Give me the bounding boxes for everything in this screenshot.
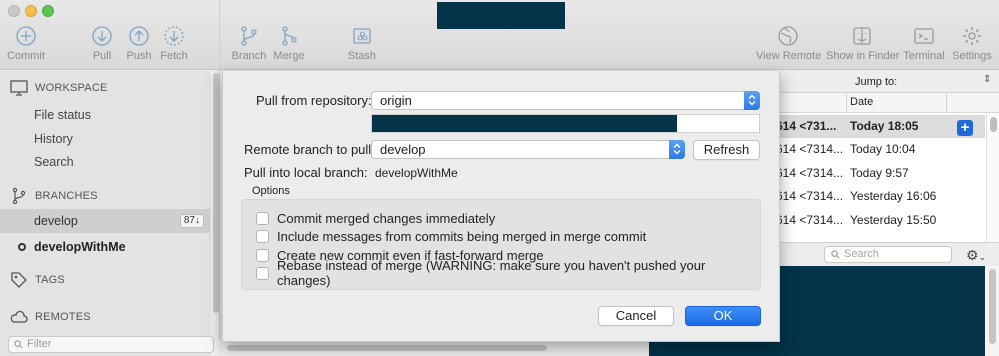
globe-icon	[776, 24, 800, 48]
commit-button[interactable]: Commit	[6, 24, 46, 68]
window-zoom-button[interactable]	[42, 5, 54, 17]
redacted-url	[372, 115, 677, 132]
add-icon[interactable]: +	[957, 120, 973, 136]
updown-chevron-icon: ⇕	[983, 74, 992, 85]
jump-to-bar[interactable]: Jump to: ⇕	[760, 71, 999, 93]
terminal-button[interactable]: Terminal	[903, 24, 945, 68]
pull-button[interactable]: Pull	[88, 24, 116, 68]
monitor-icon	[10, 80, 28, 96]
local-branch-label: Pull into local branch:	[244, 165, 368, 180]
pull-from-repository-select[interactable]: origin	[371, 91, 760, 110]
diff-scrollbar[interactable]	[986, 266, 999, 356]
sidebar-filter-input[interactable]: Filter	[8, 336, 214, 353]
refresh-button[interactable]: Refresh	[693, 140, 760, 160]
sidebar-item-search[interactable]: Search	[34, 155, 74, 169]
tags-header: TAGS	[10, 270, 65, 290]
horizontal-scrollbar[interactable]	[221, 340, 760, 356]
settings-button[interactable]: Settings	[951, 24, 993, 68]
terminal-icon	[912, 24, 936, 48]
window-close-button[interactable]	[8, 5, 20, 17]
fetch-button[interactable]: Fetch	[158, 24, 190, 68]
sidebar-item-history[interactable]: History	[34, 132, 73, 146]
ok-button[interactable]: OK	[685, 306, 761, 326]
updown-chevron-icon	[669, 140, 685, 159]
cloud-icon	[10, 310, 28, 323]
stash-button[interactable]: Stash	[344, 24, 380, 68]
pull-from-label: Pull from repository:	[256, 93, 372, 108]
commit-list-scrollbar[interactable]	[986, 113, 999, 243]
diff-area-redacted	[760, 266, 985, 356]
commit-list-panel: Jump to: ⇕ Date 614 <731... Today 18:05 …	[760, 71, 999, 356]
file-search-bar: Search ⚙⌄	[760, 242, 999, 266]
commit-row[interactable]: 614 <731... Today 18:05	[760, 115, 985, 138]
view-remote-button[interactable]: View Remote	[756, 24, 821, 68]
redacted-block	[649, 340, 760, 356]
commit-list-header: Date	[760, 93, 999, 113]
commit-row[interactable]: 614 <7314... Today 9:57	[760, 162, 985, 185]
scrollbar-thumb[interactable]	[227, 345, 547, 351]
remotes-header: REMOTES	[10, 307, 91, 327]
updown-chevron-icon	[744, 91, 760, 110]
options-group: Commit merged changes immediately Includ…	[241, 199, 761, 290]
checkbox[interactable]	[256, 229, 269, 243]
merge-button[interactable]: Merge	[271, 24, 307, 68]
workspace-header: WORKSPACE	[10, 78, 108, 98]
sidebar-branch-develop[interactable]: develop 87↓	[0, 209, 210, 233]
arrow-up-circle-icon	[127, 24, 151, 48]
scrollbar-thumb[interactable]	[990, 117, 997, 132]
merge-icon	[277, 24, 301, 48]
sidebar: WORKSPACE File status History Search BRA…	[0, 71, 221, 356]
stash-icon	[350, 24, 374, 48]
date-column-header[interactable]: Date	[850, 96, 873, 108]
search-icon	[14, 340, 23, 349]
branch-name: develop	[34, 214, 78, 228]
current-branch-indicator-icon	[18, 243, 26, 251]
commit-row[interactable]: 614 <7314... Today 10:04	[760, 138, 985, 161]
branch-icon	[237, 24, 261, 48]
commit-row[interactable]: 614 <7314... Yesterday 15:50	[760, 209, 985, 232]
search-input[interactable]: Search	[824, 246, 952, 263]
sidebar-item-file-status[interactable]: File status	[34, 108, 91, 122]
repository-url-field[interactable]	[371, 114, 760, 133]
checkbox[interactable]	[256, 211, 269, 225]
checkbox[interactable]	[256, 266, 269, 280]
option-rebase-instead[interactable]: Rebase instead of merge (WARNING: make s…	[256, 258, 760, 288]
window-title-redacted	[437, 2, 565, 29]
options-title: Options	[252, 185, 290, 197]
option-include-messages[interactable]: Include messages from commits being merg…	[256, 228, 646, 244]
option-commit-immediately[interactable]: Commit merged changes immediately	[256, 210, 495, 226]
remote-branch-label: Remote branch to pull:	[244, 142, 375, 157]
search-icon	[831, 250, 840, 259]
fetch-circle-icon	[162, 24, 186, 48]
window-minimize-button[interactable]	[25, 5, 37, 17]
cancel-button[interactable]: Cancel	[598, 306, 674, 326]
checkbox[interactable]	[256, 248, 269, 262]
arrow-down-circle-icon	[90, 24, 114, 48]
branches-header: BRANCHES	[10, 186, 98, 206]
plus-circle-icon	[14, 24, 38, 48]
push-button[interactable]: Push	[124, 24, 154, 68]
sidebar-branch-developwithme[interactable]: developWithMe	[34, 240, 126, 254]
pull-dialog: Pull from repository: origin Remote bran…	[222, 71, 780, 342]
branch-icon	[12, 187, 26, 205]
branch-button[interactable]: Branch	[231, 24, 267, 68]
commit-row[interactable]: 614 <7314... Yesterday 16:06	[760, 185, 985, 208]
toolbar: Commit Pull Push Fetch Branch Merge Stas…	[0, 0, 999, 70]
local-branch-value: developWithMe	[375, 166, 458, 180]
gear-icon	[960, 24, 984, 48]
gear-menu-icon[interactable]: ⚙⌄	[966, 247, 986, 264]
finder-icon	[850, 24, 874, 48]
show-in-finder-button[interactable]: Show in Finder	[826, 24, 899, 68]
behind-count-badge: 87↓	[179, 214, 204, 228]
remote-branch-select[interactable]: develop	[371, 140, 685, 159]
scrollbar-thumb[interactable]	[989, 269, 996, 344]
tag-icon	[11, 272, 27, 288]
